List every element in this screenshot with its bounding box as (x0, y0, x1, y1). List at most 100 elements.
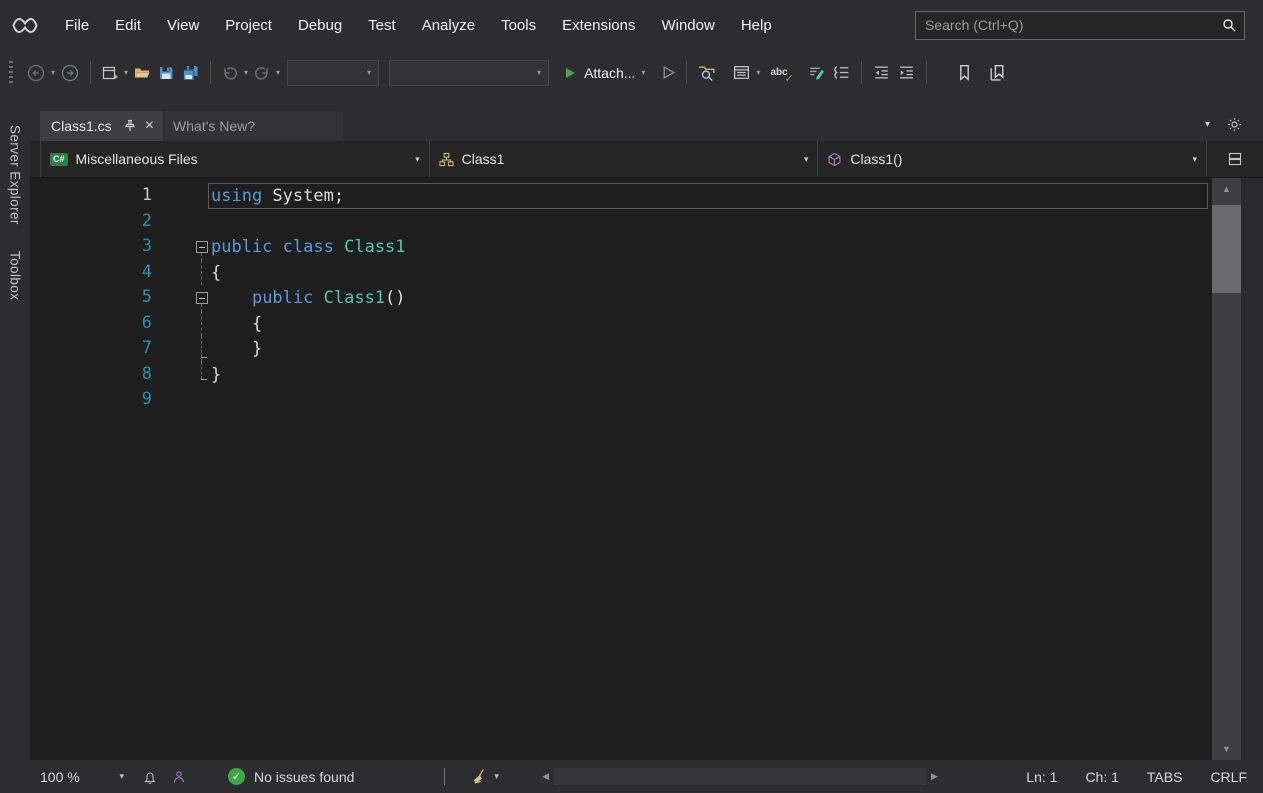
tab-label: Class1.cs (51, 118, 112, 134)
split-window-icon (1227, 151, 1243, 167)
bookmark-window-button[interactable] (985, 59, 1010, 87)
gear-icon[interactable] (1227, 117, 1242, 132)
code-line[interactable]: 8} (30, 362, 1212, 388)
navigation-bar: C# Miscellaneous Files ▾ Class1 ▾ (30, 141, 1263, 178)
menu-item-edit[interactable]: Edit (102, 17, 154, 34)
code-line[interactable]: 6 { (30, 311, 1212, 337)
document-health-indicator[interactable]: ✓ No issues found (228, 768, 354, 785)
find-in-files-button[interactable] (694, 59, 719, 87)
selection-margin (152, 209, 195, 235)
project-dropdown[interactable]: C# Miscellaneous Files ▾ (40, 141, 430, 177)
search-input[interactable] (916, 17, 1221, 33)
menu-item-view[interactable]: View (154, 17, 212, 34)
tab-class1-cs[interactable]: Class1.cs × (40, 111, 163, 141)
new-project-button[interactable] (98, 59, 122, 87)
navigate-forward-button[interactable] (57, 59, 83, 87)
menu-item-test[interactable]: Test (355, 17, 409, 34)
scroll-left-button[interactable]: ◀ (539, 771, 552, 782)
line-number: 9 (30, 387, 152, 413)
search-icon[interactable] (1221, 17, 1237, 33)
chevron-down-icon: ▾ (639, 68, 647, 77)
toggle-bookmark-button[interactable] (952, 59, 977, 87)
navigate-backward-button[interactable] (23, 59, 49, 87)
chevron-down-icon: ▾ (1192, 154, 1197, 165)
chevron-down-icon[interactable]: ▾ (274, 68, 282, 77)
code-line[interactable]: 4{ (30, 260, 1212, 286)
vertical-scrollbar-track[interactable] (1212, 200, 1241, 738)
line-indicator[interactable]: Ln: 1 (1026, 769, 1057, 785)
solution-explorer-button[interactable] (729, 59, 754, 87)
code-editor[interactable]: 1using System;23public class Class14{5 p… (30, 178, 1263, 760)
solution-platforms-dropdown[interactable]: ▾ (389, 60, 549, 86)
save-all-button[interactable] (178, 59, 203, 87)
outline-margin (195, 362, 208, 388)
scrollbar-up-button[interactable]: ▲ (1212, 178, 1241, 200)
selection-margin (152, 260, 195, 286)
code-cleanup-button[interactable]: ▾ (471, 768, 501, 785)
increase-line-indent-button[interactable] (894, 59, 919, 87)
document-list-chevron-icon[interactable]: ▾ (1205, 119, 1210, 130)
menu-item-tools[interactable]: Tools (488, 17, 549, 34)
code-line[interactable]: 5 public Class1() (30, 285, 1212, 311)
chevron-down-icon[interactable]: ▾ (49, 68, 57, 77)
vertical-scrollbar[interactable]: ▲ ▼ (1212, 178, 1241, 760)
eol-indicator[interactable]: CRLF (1210, 769, 1247, 785)
live-share-icon[interactable] (171, 769, 187, 785)
tab-whats-new[interactable]: What's New? (165, 111, 343, 141)
type-dropdown[interactable]: Class1 ▾ (430, 141, 819, 177)
chevron-down-icon[interactable]: ▾ (122, 68, 130, 77)
solution-configurations-dropdown[interactable]: ▾ (287, 60, 379, 86)
member-dropdown[interactable]: Class1() ▾ (818, 141, 1207, 177)
code-text: } (208, 336, 1208, 362)
undo-button[interactable] (218, 59, 242, 87)
start-without-debugging-button[interactable] (658, 59, 679, 87)
toggle-outlining-button[interactable] (829, 59, 854, 87)
notifications-icon[interactable] (142, 769, 158, 785)
menu-item-analyze[interactable]: Analyze (409, 17, 488, 34)
status-divider (444, 768, 445, 785)
zoom-selector[interactable]: 100 % ▾ (40, 769, 126, 785)
menu-item-file[interactable]: File (52, 17, 102, 34)
toolbar-drag-handle[interactable] (9, 61, 13, 85)
decrease-line-indent-button[interactable] (869, 59, 894, 87)
menu-item-extensions[interactable]: Extensions (549, 17, 648, 34)
format-document-icon (807, 63, 826, 82)
code-line[interactable]: 1using System; (30, 183, 1212, 209)
open-file-button[interactable] (130, 59, 154, 87)
horizontal-scrollbar-thumb[interactable] (554, 768, 926, 785)
menu-item-window[interactable]: Window (648, 17, 727, 34)
selection-margin (152, 183, 195, 209)
indent-indicator[interactable]: TABS (1147, 769, 1183, 785)
redo-button[interactable] (250, 59, 274, 87)
format-document-button[interactable] (804, 59, 829, 87)
column-indicator[interactable]: Ch: 1 (1085, 769, 1118, 785)
chevron-down-icon[interactable]: ▾ (242, 68, 250, 77)
save-button[interactable] (154, 59, 178, 87)
vertical-scrollbar-thumb[interactable] (1212, 205, 1241, 293)
horizontal-scrollbar[interactable]: ◀ ▶ (539, 760, 941, 793)
code-line[interactable]: 7 } (30, 336, 1212, 362)
code-line[interactable]: 3public class Class1 (30, 234, 1212, 260)
split-editor-button[interactable] (1207, 141, 1263, 177)
menu-item-project[interactable]: Project (212, 17, 285, 34)
pin-icon[interactable] (123, 119, 137, 133)
attach-button[interactable]: Attach... ▾ (560, 59, 650, 87)
scroll-right-button[interactable]: ▶ (928, 771, 941, 782)
editor-right-margin (1241, 178, 1263, 760)
redo-icon (253, 64, 271, 82)
menu-item-debug[interactable]: Debug (285, 17, 355, 34)
scrollbar-down-button[interactable]: ▼ (1212, 738, 1241, 760)
outline-collapse-button[interactable] (195, 285, 208, 311)
spell-checker-icon[interactable]: abc ✓ (770, 68, 787, 78)
side-tab-server-explorer[interactable]: Server Explorer (8, 125, 23, 225)
side-tab-toolbox[interactable]: Toolbox (8, 251, 23, 300)
chevron-down-icon: ▾ (117, 771, 126, 782)
menu-item-help[interactable]: Help (728, 17, 785, 34)
close-icon[interactable]: × (145, 118, 154, 134)
outline-collapse-button[interactable] (195, 234, 208, 260)
chevron-down-icon[interactable]: ▾ (754, 68, 762, 77)
code-line[interactable]: 2 (30, 209, 1212, 235)
search-box[interactable] (915, 11, 1245, 40)
code-line[interactable]: 9 (30, 387, 1212, 413)
horizontal-scrollbar-track[interactable] (552, 760, 928, 793)
